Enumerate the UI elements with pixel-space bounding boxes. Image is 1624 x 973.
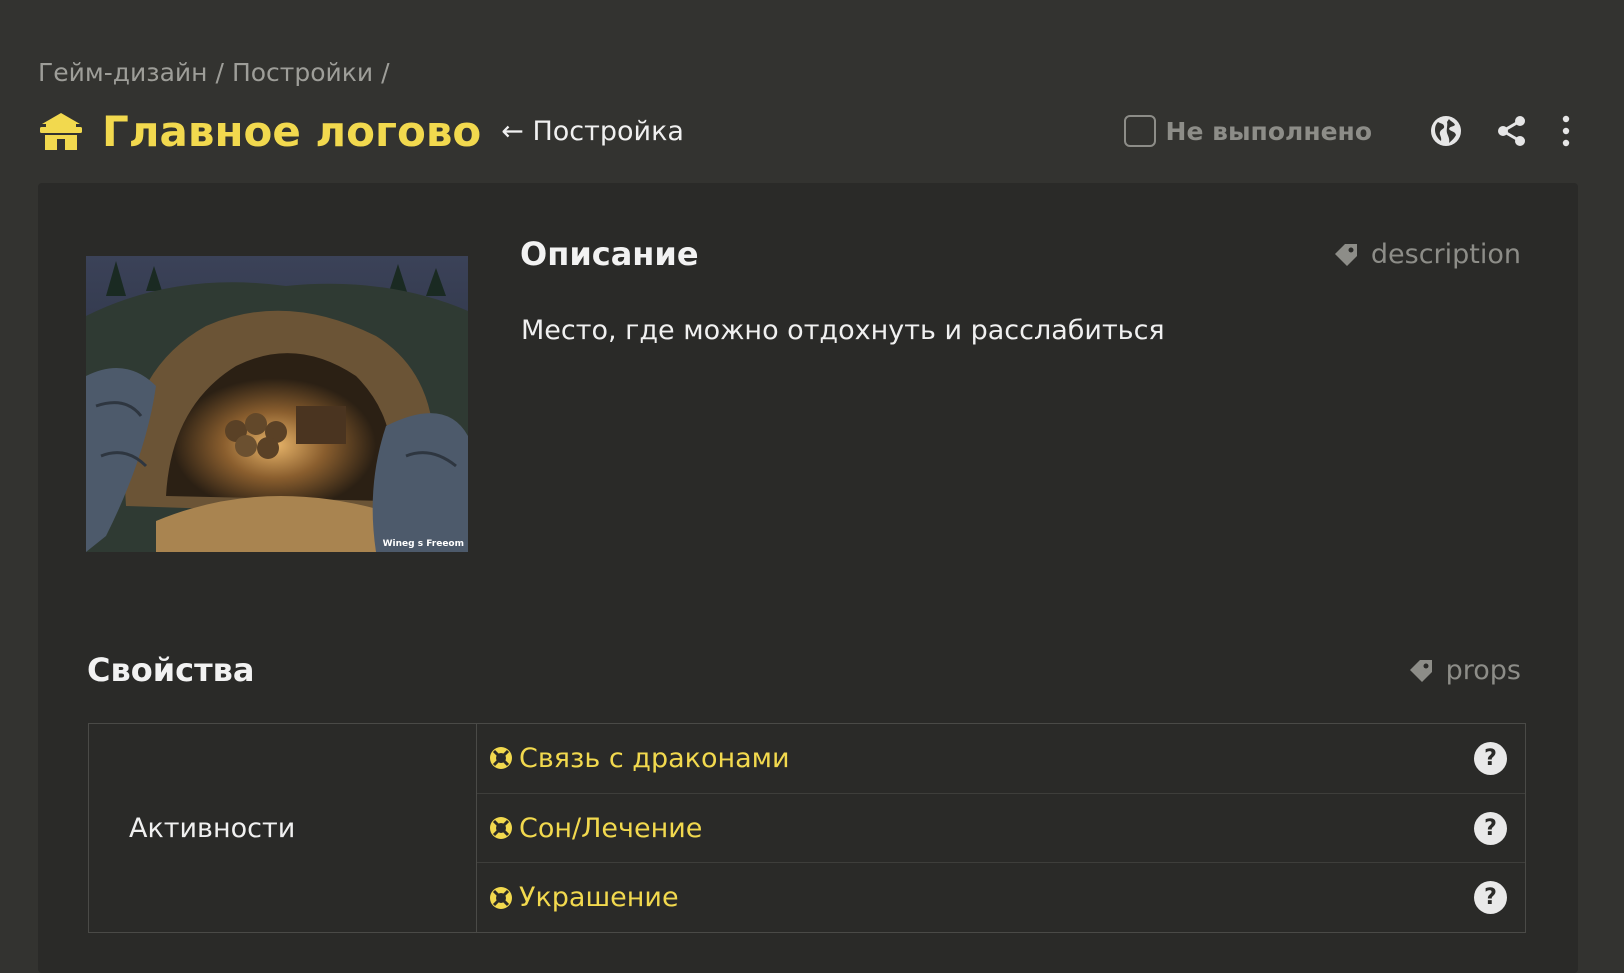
lifebuoy-icon bbox=[490, 747, 512, 770]
help-icon[interactable]: ? bbox=[1474, 881, 1507, 915]
breadcrumb-separator: / bbox=[215, 58, 224, 87]
more-vertical-icon bbox=[1562, 115, 1570, 147]
help-icon[interactable]: ? bbox=[1474, 811, 1507, 845]
props-values: Связь с драконами ? Сон/Лечение ? Украше… bbox=[477, 724, 1525, 932]
prop-value-label[interactable]: Связь с драконами bbox=[519, 743, 790, 774]
props-tag: props bbox=[1408, 655, 1521, 686]
lifebuoy-icon bbox=[490, 817, 512, 839]
image-watermark: Wineg s Freeom bbox=[382, 539, 464, 549]
description-text[interactable]: Место, где можно отдохнуть и расслабитьс… bbox=[521, 315, 1165, 346]
breadcrumb-item-game-design[interactable]: Гейм-дизайн bbox=[38, 58, 208, 87]
prop-value-label[interactable]: Сон/Лечение bbox=[519, 813, 702, 844]
props-tag-label: props bbox=[1445, 655, 1521, 686]
description-title: Описание bbox=[520, 235, 699, 273]
status-toggle[interactable]: Не выполнено bbox=[1123, 115, 1372, 147]
cave-illustration bbox=[86, 256, 468, 552]
description-tag-label: description bbox=[1370, 239, 1521, 270]
building-icon bbox=[40, 113, 82, 150]
tag-icon bbox=[1409, 659, 1432, 682]
props-table: Активности Связь с драконами ? Сон/Лечен… bbox=[88, 723, 1526, 933]
prop-value-row[interactable]: Сон/Лечение ? bbox=[477, 794, 1525, 864]
help-icon[interactable]: ? bbox=[1474, 741, 1507, 775]
more-button[interactable] bbox=[1546, 111, 1586, 151]
share-icon bbox=[1498, 116, 1525, 146]
breadcrumb: Гейм-дизайн / Постройки / bbox=[38, 58, 390, 87]
globe-button[interactable] bbox=[1426, 111, 1466, 151]
page-header: Главное логово ← Постройка Не выполнено bbox=[38, 100, 1586, 162]
header-actions: Не выполнено bbox=[1123, 111, 1586, 151]
breadcrumb-item-buildings[interactable]: Постройки bbox=[232, 58, 373, 87]
prop-value-label[interactable]: Украшение bbox=[519, 882, 679, 913]
page-title: Главное логово bbox=[102, 106, 482, 156]
prop-value-row[interactable]: Связь с драконами ? bbox=[477, 724, 1525, 794]
props-key-activities: Активности bbox=[89, 724, 477, 932]
breadcrumb-separator: / bbox=[381, 58, 390, 87]
props-title: Свойства bbox=[87, 651, 255, 689]
globe-icon bbox=[1431, 116, 1461, 146]
parent-type-link[interactable]: ← Постройка bbox=[501, 116, 684, 147]
description-tag: description bbox=[1333, 239, 1521, 270]
lifebuoy-icon bbox=[490, 886, 512, 909]
prop-value-row[interactable]: Украшение ? bbox=[477, 863, 1525, 932]
status-checkbox[interactable] bbox=[1123, 115, 1156, 147]
cave-image[interactable]: Wineg s Freeom bbox=[86, 256, 468, 552]
status-label: Не выполнено bbox=[1165, 116, 1372, 146]
tag-icon bbox=[1334, 243, 1357, 266]
entity-card: Wineg s Freeom Описание description Мест… bbox=[38, 183, 1578, 973]
share-button[interactable] bbox=[1492, 111, 1532, 151]
